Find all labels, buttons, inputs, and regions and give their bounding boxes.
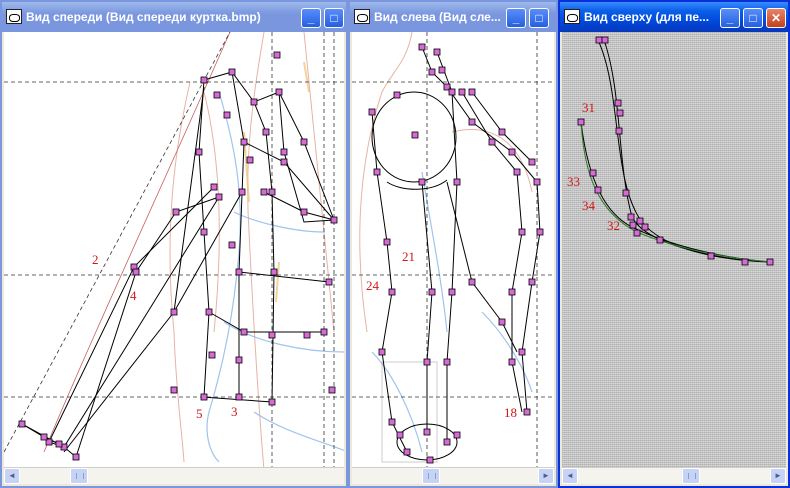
scroll-thumb[interactable] bbox=[70, 468, 88, 484]
point-label: 3 bbox=[231, 404, 238, 419]
point-label: 21 bbox=[402, 249, 415, 264]
front-view-hscrollbar[interactable]: ◄ bbox=[4, 467, 344, 484]
point-label: 33 bbox=[567, 174, 580, 189]
scroll-thumb[interactable] bbox=[422, 468, 440, 484]
point-label: 32 bbox=[607, 218, 620, 233]
app-icon[interactable] bbox=[564, 9, 580, 24]
top-view-title: Вид сверху (для пе... bbox=[584, 10, 710, 24]
top-view-hscrollbar[interactable]: ◄ ► bbox=[562, 467, 786, 484]
point-label: 24 bbox=[366, 278, 380, 293]
scroll-thumb[interactable] bbox=[682, 468, 700, 484]
point-label: 34 bbox=[582, 198, 596, 213]
minimize-button[interactable]: _ bbox=[720, 8, 740, 28]
left-view-title: Вид слева (Вид сле... bbox=[374, 10, 501, 24]
scroll-right-icon[interactable]: ► bbox=[538, 468, 554, 484]
point-label: 2 bbox=[92, 252, 99, 267]
front-view-title: Вид спереди (Вид спереди куртка.bmp) bbox=[26, 10, 261, 24]
maximize-button[interactable]: □ bbox=[529, 8, 549, 28]
close-button[interactable]: ✕ bbox=[766, 8, 786, 28]
app-icon[interactable] bbox=[6, 9, 22, 24]
point-label: 5 bbox=[196, 406, 203, 421]
front-view-window[interactable]: Вид спереди (Вид спереди куртка.bmp) _ □ bbox=[0, 0, 348, 488]
top-view-canvas[interactable]: 31 33 34 32 bbox=[562, 32, 786, 468]
scroll-left-icon[interactable]: ◄ bbox=[562, 468, 578, 484]
minimize-button[interactable]: _ bbox=[506, 8, 526, 28]
top-view-window[interactable]: Вид сверху (для пе... _ □ ✕ 31 33 34 32 … bbox=[558, 0, 790, 488]
front-view-canvas[interactable]: 2 4 5 3 bbox=[4, 32, 344, 468]
left-view-hscrollbar[interactable]: ► bbox=[352, 467, 554, 484]
maximize-button[interactable]: □ bbox=[743, 8, 763, 28]
left-view-titlebar[interactable]: Вид слева (Вид сле... _ □ bbox=[350, 2, 556, 32]
top-view-titlebar[interactable]: Вид сверху (для пе... _ □ ✕ bbox=[560, 2, 788, 32]
scroll-left-icon[interactable]: ◄ bbox=[4, 468, 20, 484]
point-label: 4 bbox=[130, 288, 137, 303]
left-view-window[interactable]: Вид слева (Вид сле... _ □ 21 24 18 ► bbox=[348, 0, 558, 488]
front-view-titlebar[interactable]: Вид спереди (Вид спереди куртка.bmp) _ □ bbox=[2, 2, 346, 32]
front-view-drawing: 2 4 5 3 bbox=[4, 32, 344, 468]
point-label: 31 bbox=[582, 100, 595, 115]
minimize-button[interactable]: _ bbox=[301, 8, 321, 28]
left-view-canvas[interactable]: 21 24 18 bbox=[352, 32, 554, 468]
left-view-drawing: 21 24 18 bbox=[352, 32, 554, 468]
point-label: 18 bbox=[504, 405, 517, 420]
maximize-button[interactable]: □ bbox=[324, 8, 344, 28]
scroll-right-icon[interactable]: ► bbox=[770, 468, 786, 484]
top-view-drawing: 31 33 34 32 bbox=[567, 36, 774, 266]
app-icon[interactable] bbox=[354, 9, 370, 24]
